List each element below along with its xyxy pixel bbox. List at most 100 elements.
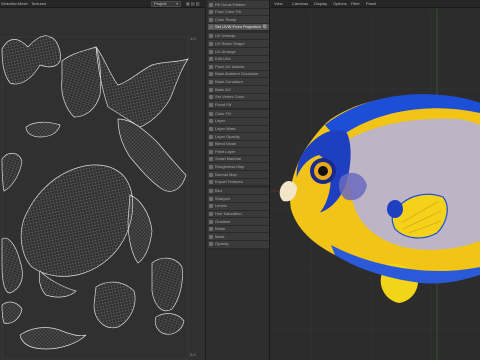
node-item-label: Bake Ambient Occlusion [215, 71, 259, 77]
node-item[interactable]: Edit UVs [208, 55, 269, 64]
node-item-label: Face Color Fill [215, 9, 241, 15]
menu-selection[interactable]: Selection [1, 1, 17, 6]
node-item[interactable]: Bake AO [208, 86, 269, 94]
uv-menubar: Selection Mesh Textures Project ▾ ▦ ▤ ▥ [0, 0, 206, 8]
node-item[interactable]: Flood Fill [208, 101, 269, 109]
node-type-icon [209, 10, 213, 15]
node-item[interactable]: Gradient [208, 218, 269, 226]
uv-canvas[interactable]: 1.0 0.0 [0, 9, 206, 360]
viewport-menu-options[interactable]: Options [333, 1, 347, 6]
node-type-icon [209, 49, 213, 54]
node-item[interactable]: Sharpen [208, 195, 269, 203]
node-item-label: Blur [215, 188, 223, 194]
node-item-label: Normal Map [215, 171, 237, 177]
viewport-scene [271, 9, 480, 360]
viewport-menu-panel[interactable]: Panel [366, 1, 376, 6]
node-item[interactable]: Bake Curvature [208, 78, 269, 87]
node-item[interactable]: Noise [208, 225, 269, 234]
node-item[interactable]: Layer [208, 117, 269, 126]
node-type-icon [209, 41, 213, 46]
node-item[interactable]: UV Unwrap [208, 32, 269, 41]
node-type-icon [209, 164, 213, 169]
node-item-label: UV Arrange [215, 48, 236, 54]
viewport-menu-display[interactable]: Display [314, 1, 327, 6]
node-list: Fill Decal Pattern Face Color Fill Color R… [208, 1, 269, 249]
node-type-icon [209, 149, 213, 154]
node-type-icon [209, 212, 213, 217]
menu-textures[interactable]: Textures [31, 1, 46, 6]
node-item-label: Color Fill [215, 110, 231, 116]
node-type-icon [209, 25, 213, 30]
node-type-icon [209, 95, 213, 100]
uv-island-small-fin [25, 121, 61, 138]
viewport-menu-cameras[interactable]: Cameras [292, 1, 308, 6]
node-item-label: Bake AO [215, 86, 231, 92]
node-item-label: Set UVW From Projection [215, 24, 261, 30]
viewport-menu-view[interactable]: View [274, 1, 283, 6]
node-item[interactable]: Layer Opacity [208, 133, 269, 141]
node-item[interactable]: Color Ramp [208, 16, 269, 24]
chevron-down-icon: ▾ [175, 1, 178, 6]
node-item[interactable]: Pack UV Islands [208, 63, 269, 71]
uv-tool-icons[interactable]: ▦ ▤ ▥ [186, 1, 200, 6]
menu-mesh[interactable]: Mesh [18, 1, 28, 6]
node-item-label: Sharpen [215, 195, 231, 201]
node-item-label: Gradient [215, 218, 231, 224]
node-item-label: Fill Decal Pattern [215, 1, 246, 7]
node-item[interactable]: Smart Material [208, 155, 269, 164]
uv-island-lower-2 [1, 301, 23, 324]
node-item[interactable]: Export Textures [208, 178, 269, 187]
node-item[interactable]: Roughness Map [208, 163, 269, 172]
node-item[interactable]: Bake Ambient Occlusion [208, 70, 269, 79]
node-item-label: Opacity [215, 241, 229, 247]
node-type-icon [209, 79, 213, 84]
node-item[interactable]: Set UVW From Projection ⚙ [208, 23, 269, 32]
node-type-icon [209, 234, 213, 239]
node-item[interactable]: Levels [208, 202, 269, 211]
node-type-icon [209, 72, 213, 77]
node-item[interactable]: Color Fill [208, 110, 269, 118]
node-type-icon [209, 157, 213, 162]
node-item[interactable]: Paint Layer [208, 148, 269, 156]
node-item[interactable]: Face Color Fill [208, 8, 269, 17]
node-type-icon [209, 142, 213, 147]
node-item[interactable]: Normal Map [208, 171, 269, 179]
node-item-label: Noise [215, 226, 226, 232]
node-item-label: Bake Curvature [215, 78, 243, 84]
uv-corner-top-label: 1.0 [190, 36, 196, 41]
node-item[interactable]: Blur [208, 187, 269, 196]
node-type-icon [209, 87, 213, 92]
fish-eye-pupil [318, 166, 328, 176]
3d-viewport[interactable]: View Cameras Display Options Filter Pane… [271, 0, 480, 360]
uv-island-gill [1, 237, 23, 294]
node-item[interactable]: Set Vertex Color [208, 93, 269, 102]
node-type-icon [209, 219, 213, 224]
node-type-icon [209, 17, 213, 22]
node-item[interactable]: Mask [208, 233, 269, 241]
node-item-label: Flood Fill [215, 101, 232, 107]
node-item[interactable]: UV Relax Shape [208, 40, 269, 49]
node-type-icon [209, 34, 213, 39]
node-item[interactable]: Fill Decal Pattern [208, 1, 269, 9]
uv-island-small-right [154, 313, 185, 335]
uv-island-anal-fin [127, 194, 153, 264]
node-item[interactable]: UV Arrange [208, 48, 269, 56]
gear-icon[interactable]: ⚙ [263, 24, 267, 30]
node-type-icon [209, 196, 213, 201]
node-type-icon [209, 204, 213, 209]
node-item[interactable]: Blend Mode [208, 140, 269, 149]
node-item-label: Export Textures [215, 179, 243, 185]
node-item[interactable]: Opacity [208, 240, 269, 249]
node-item[interactable]: Hue Saturation [208, 210, 269, 219]
node-item-label: Paint Layer [215, 148, 236, 154]
node-item-label: Pack UV Islands [215, 63, 245, 69]
uv-island-lip [19, 327, 87, 350]
node-type-icon [209, 102, 213, 107]
uv-projection-dropdown[interactable]: Project ▾ [151, 1, 181, 7]
viewport-menu-filter[interactable]: Filter [351, 1, 360, 6]
node-item[interactable]: Layer Mask [208, 125, 269, 134]
node-item-label: Layer Opacity [215, 133, 240, 139]
node-item-label: Smart Material [215, 156, 242, 162]
uv-dropdown-value: Project [154, 1, 167, 6]
node-item-label: Hue Saturation [215, 211, 242, 217]
